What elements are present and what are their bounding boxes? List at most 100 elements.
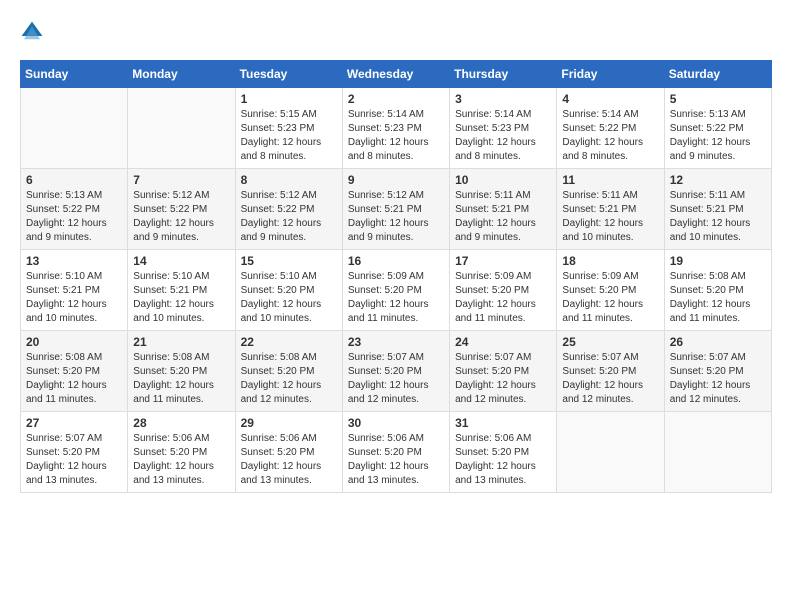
day-info: Sunrise: 5:12 AM Sunset: 5:22 PM Dayligh… — [241, 189, 337, 245]
day-number: 26 — [670, 335, 766, 349]
calendar-cell: 27 Sunrise: 5:07 AM Sunset: 5:20 PM Dayli… — [21, 412, 128, 493]
calendar-cell: 31Sunrise: 5:06 AM Sunset: 5:20 PM Dayli… — [450, 412, 557, 493]
day-number: 5 — [670, 92, 766, 106]
day-info: Sunrise: 5:07 AM Sunset: 5:20 PM Dayligh… — [455, 351, 551, 407]
day-number: 4 — [562, 92, 658, 106]
day-number: 27 — [26, 416, 122, 430]
calendar-cell: 15Sunrise: 5:10 AM Sunset: 5:20 PM Dayli… — [235, 250, 342, 331]
weekday-header-wednesday: Wednesday — [342, 61, 449, 88]
calendar-cell: 11 Sunrise: 5:11 AM Sunset: 5:21 PM Dayli… — [557, 169, 664, 250]
day-info: Sunrise: 5:08 AM Sunset: 5:20 PM Dayligh… — [133, 351, 229, 407]
day-number: 16 — [348, 254, 444, 268]
day-number: 8 — [241, 173, 337, 187]
day-number: 30 — [348, 416, 444, 430]
day-info: Sunrise: 5:08 AM Sunset: 5:20 PM Dayligh… — [241, 351, 337, 407]
day-info: Sunrise: 5:08 AM Sunset: 5:20 PM Dayligh… — [26, 351, 122, 407]
day-info: Sunrise: 5:14 AM Sunset: 5:23 PM Dayligh… — [455, 108, 551, 164]
calendar-cell: 28 Sunrise: 5:06 AM Sunset: 5:20 PM Dayli… — [128, 412, 235, 493]
day-number: 13 — [26, 254, 122, 268]
calendar-cell: 30 Sunrise: 5:06 AM Sunset: 5:20 PM Dayli… — [342, 412, 449, 493]
calendar-cell: 22 Sunrise: 5:08 AM Sunset: 5:20 PM Dayli… — [235, 331, 342, 412]
weekday-header-row: SundayMondayTuesdayWednesdayThursdayFrid… — [21, 61, 772, 88]
calendar-cell — [128, 88, 235, 169]
day-info: Sunrise: 5:11 AM Sunset: 5:21 PM Dayligh… — [670, 189, 766, 245]
day-number: 11 — [562, 173, 658, 187]
day-info: Sunrise: 5:14 AM Sunset: 5:22 PM Dayligh… — [562, 108, 658, 164]
day-number: 29 — [241, 416, 337, 430]
calendar-cell — [664, 412, 771, 493]
day-info: Sunrise: 5:09 AM Sunset: 5:20 PM Dayligh… — [562, 270, 658, 326]
calendar-cell: 25 Sunrise: 5:07 AM Sunset: 5:20 PM Dayli… — [557, 331, 664, 412]
day-number: 2 — [348, 92, 444, 106]
weekday-header-sunday: Sunday — [21, 61, 128, 88]
day-number: 17 — [455, 254, 551, 268]
day-number: 22 — [241, 335, 337, 349]
calendar-cell: 6 Sunrise: 5:13 AM Sunset: 5:22 PM Daylig… — [21, 169, 128, 250]
week-row-1: 1 Sunrise: 5:15 AM Sunset: 5:23 PM Daylig… — [21, 88, 772, 169]
day-info: Sunrise: 5:10 AM Sunset: 5:21 PM Dayligh… — [133, 270, 229, 326]
day-number: 18 — [562, 254, 658, 268]
day-info: Sunrise: 5:12 AM Sunset: 5:22 PM Dayligh… — [133, 189, 229, 245]
week-row-2: 6 Sunrise: 5:13 AM Sunset: 5:22 PM Daylig… — [21, 169, 772, 250]
day-number: 14 — [133, 254, 229, 268]
day-info: Sunrise: 5:08 AM Sunset: 5:20 PM Dayligh… — [670, 270, 766, 326]
week-row-4: 20 Sunrise: 5:08 AM Sunset: 5:20 PM Dayli… — [21, 331, 772, 412]
calendar-cell — [21, 88, 128, 169]
day-number: 3 — [455, 92, 551, 106]
day-info: Sunrise: 5:11 AM Sunset: 5:21 PM Dayligh… — [455, 189, 551, 245]
week-row-5: 27 Sunrise: 5:07 AM Sunset: 5:20 PM Dayli… — [21, 412, 772, 493]
calendar-cell — [557, 412, 664, 493]
calendar-cell: 16 Sunrise: 5:09 AM Sunset: 5:20 PM Dayli… — [342, 250, 449, 331]
day-info: Sunrise: 5:06 AM Sunset: 5:20 PM Dayligh… — [348, 432, 444, 488]
day-info: Sunrise: 5:07 AM Sunset: 5:20 PM Dayligh… — [562, 351, 658, 407]
day-number: 7 — [133, 173, 229, 187]
calendar-cell: 2Sunrise: 5:14 AM Sunset: 5:23 PM Daylig… — [342, 88, 449, 169]
calendar-cell: 21 Sunrise: 5:08 AM Sunset: 5:20 PM Dayli… — [128, 331, 235, 412]
weekday-header-monday: Monday — [128, 61, 235, 88]
day-number: 12 — [670, 173, 766, 187]
calendar-cell: 1 Sunrise: 5:15 AM Sunset: 5:23 PM Daylig… — [235, 88, 342, 169]
calendar-cell: 3 Sunrise: 5:14 AM Sunset: 5:23 PM Daylig… — [450, 88, 557, 169]
day-info: Sunrise: 5:07 AM Sunset: 5:20 PM Dayligh… — [26, 432, 122, 488]
calendar-cell: 19 Sunrise: 5:08 AM Sunset: 5:20 PM Dayli… — [664, 250, 771, 331]
day-number: 31 — [455, 416, 551, 430]
day-info: Sunrise: 5:15 AM Sunset: 5:23 PM Dayligh… — [241, 108, 337, 164]
logo-icon — [20, 20, 44, 44]
calendar-cell: 23 Sunrise: 5:07 AM Sunset: 5:20 PM Dayli… — [342, 331, 449, 412]
day-number: 28 — [133, 416, 229, 430]
calendar-cell: 12 Sunrise: 5:11 AM Sunset: 5:21 PM Dayli… — [664, 169, 771, 250]
day-number: 23 — [348, 335, 444, 349]
week-row-3: 13 Sunrise: 5:10 AM Sunset: 5:21 PM Dayli… — [21, 250, 772, 331]
day-info: Sunrise: 5:09 AM Sunset: 5:20 PM Dayligh… — [348, 270, 444, 326]
calendar-cell: 26Sunrise: 5:07 AM Sunset: 5:20 PM Dayli… — [664, 331, 771, 412]
weekday-header-tuesday: Tuesday — [235, 61, 342, 88]
calendar-table: SundayMondayTuesdayWednesdayThursdayFrid… — [20, 60, 772, 493]
day-info: Sunrise: 5:07 AM Sunset: 5:20 PM Dayligh… — [348, 351, 444, 407]
day-number: 9 — [348, 173, 444, 187]
day-info: Sunrise: 5:06 AM Sunset: 5:20 PM Dayligh… — [133, 432, 229, 488]
calendar-cell: 8 Sunrise: 5:12 AM Sunset: 5:22 PM Daylig… — [235, 169, 342, 250]
calendar-cell: 5 Sunrise: 5:13 AM Sunset: 5:22 PM Daylig… — [664, 88, 771, 169]
day-number: 25 — [562, 335, 658, 349]
day-info: Sunrise: 5:09 AM Sunset: 5:20 PM Dayligh… — [455, 270, 551, 326]
logo — [20, 20, 48, 44]
calendar-cell: 13 Sunrise: 5:10 AM Sunset: 5:21 PM Dayli… — [21, 250, 128, 331]
calendar-cell: 20 Sunrise: 5:08 AM Sunset: 5:20 PM Dayli… — [21, 331, 128, 412]
day-info: Sunrise: 5:10 AM Sunset: 5:21 PM Dayligh… — [26, 270, 122, 326]
day-info: Sunrise: 5:13 AM Sunset: 5:22 PM Dayligh… — [26, 189, 122, 245]
day-number: 20 — [26, 335, 122, 349]
day-number: 6 — [26, 173, 122, 187]
day-info: Sunrise: 5:13 AM Sunset: 5:22 PM Dayligh… — [670, 108, 766, 164]
day-number: 19 — [670, 254, 766, 268]
calendar-cell: 29Sunrise: 5:06 AM Sunset: 5:20 PM Dayli… — [235, 412, 342, 493]
calendar-cell: 24Sunrise: 5:07 AM Sunset: 5:20 PM Dayli… — [450, 331, 557, 412]
calendar-cell: 18 Sunrise: 5:09 AM Sunset: 5:20 PM Dayli… — [557, 250, 664, 331]
day-info: Sunrise: 5:10 AM Sunset: 5:20 PM Dayligh… — [241, 270, 337, 326]
day-number: 21 — [133, 335, 229, 349]
calendar-cell: 17 Sunrise: 5:09 AM Sunset: 5:20 PM Dayli… — [450, 250, 557, 331]
calendar-cell: 10Sunrise: 5:11 AM Sunset: 5:21 PM Dayli… — [450, 169, 557, 250]
weekday-header-saturday: Saturday — [664, 61, 771, 88]
day-number: 1 — [241, 92, 337, 106]
day-info: Sunrise: 5:11 AM Sunset: 5:21 PM Dayligh… — [562, 189, 658, 245]
day-info: Sunrise: 5:12 AM Sunset: 5:21 PM Dayligh… — [348, 189, 444, 245]
